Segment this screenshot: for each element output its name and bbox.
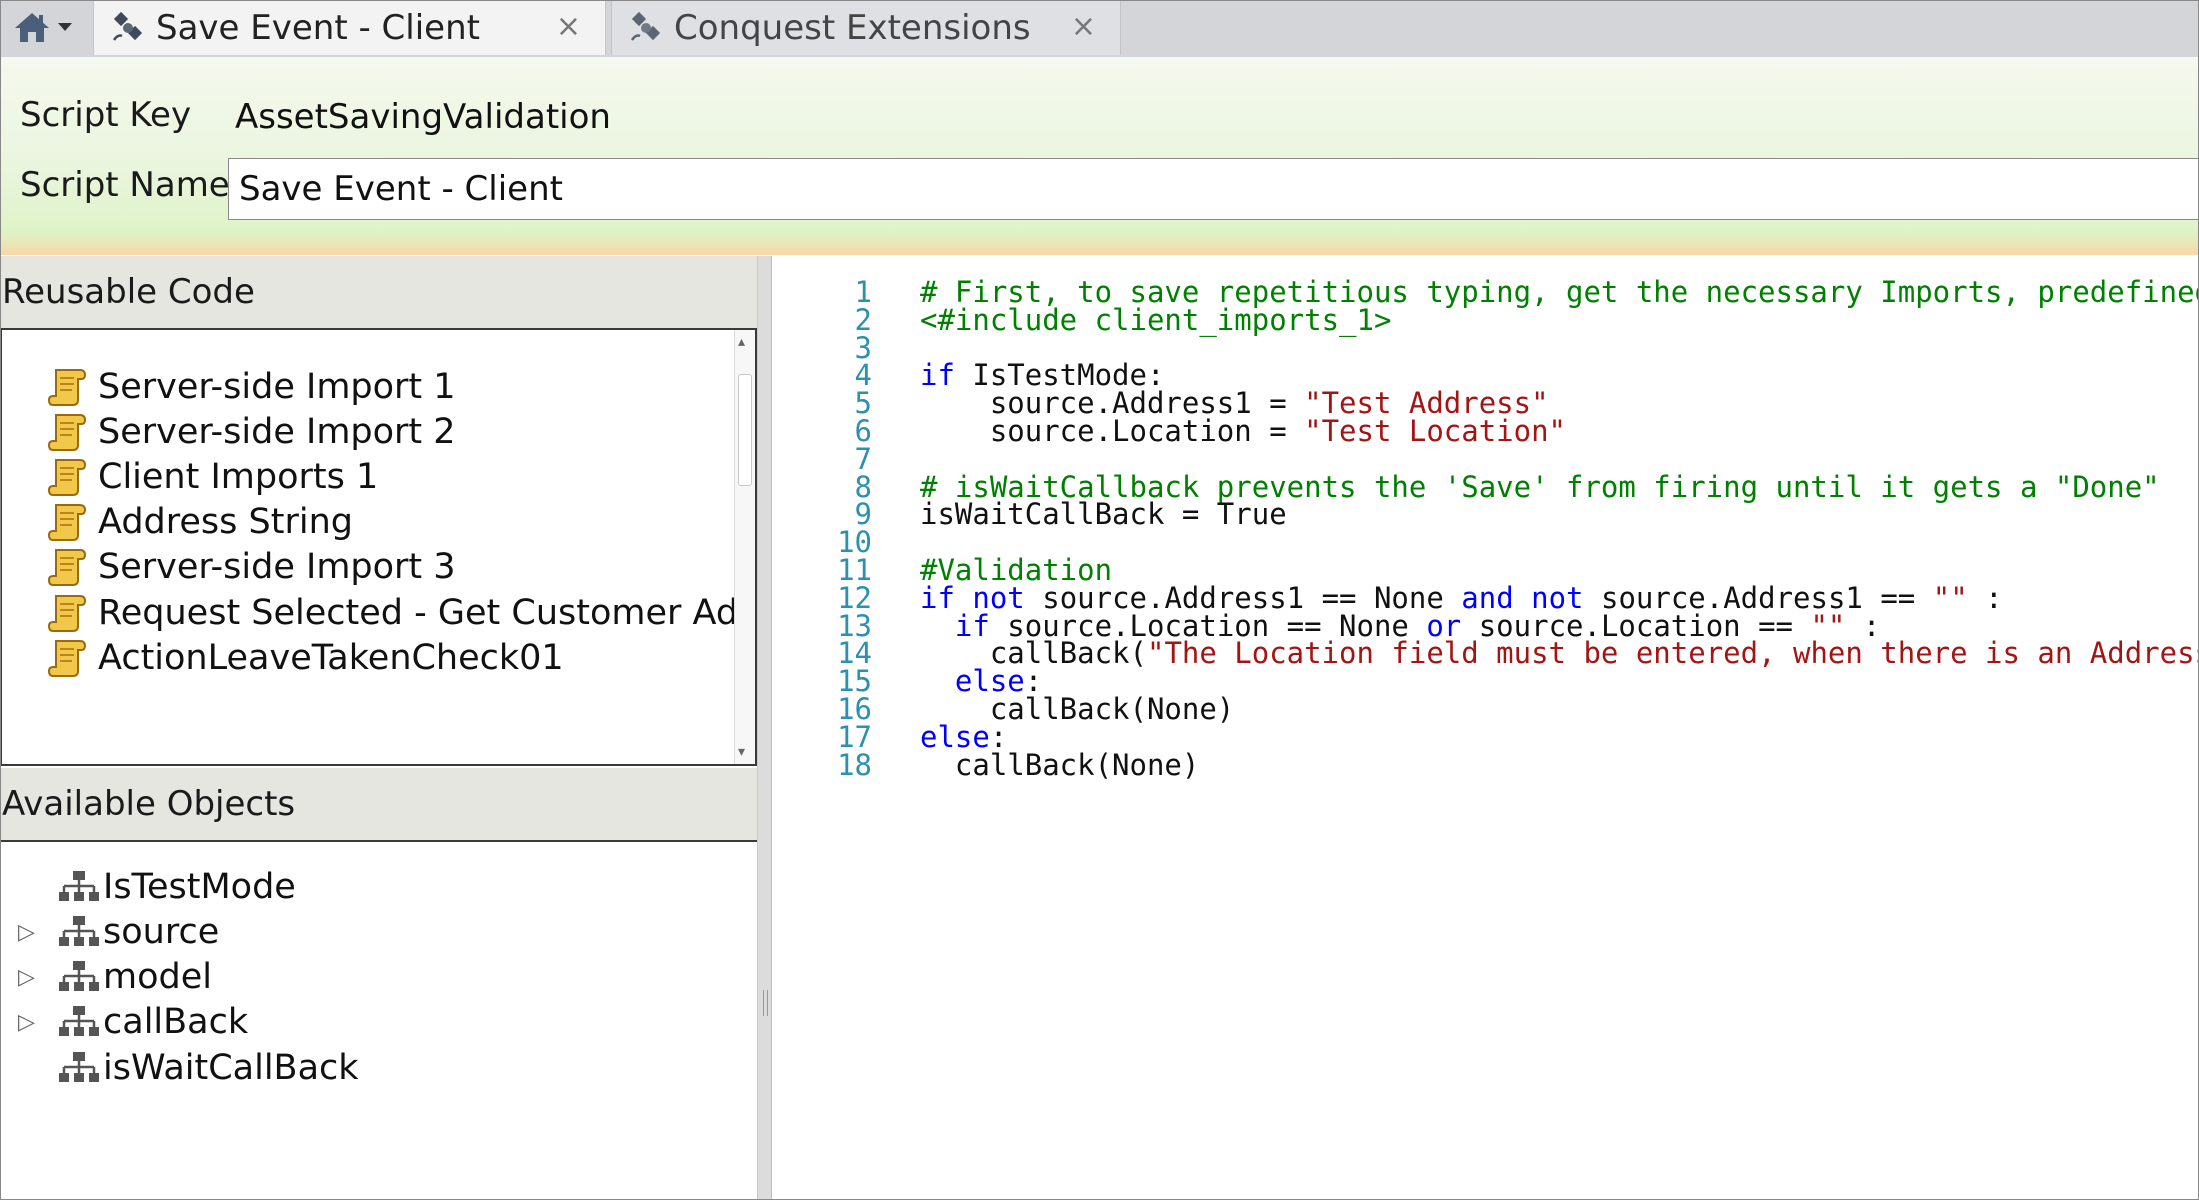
expand-arrow-icon[interactable]: ▷: [18, 1010, 35, 1035]
tab-save-event-client[interactable]: Save Event - Client ×: [93, 0, 606, 55]
hierarchy-icon: [59, 1006, 99, 1036]
script-scroll-icon: [48, 414, 87, 451]
code-text: callBack(None): [920, 746, 1199, 785]
line-number: 18: [837, 747, 872, 782]
list-item-label: Address String: [98, 502, 353, 542]
reusable-code-scrollbar[interactable]: ▴ ▾: [734, 330, 755, 764]
list-item[interactable]: ActionLeaveTakenCheck01: [48, 633, 564, 683]
script-key-value: AssetSavingValidation: [235, 97, 611, 137]
tree-item-source[interactable]: ▷ source: [0, 907, 757, 957]
home-icon: [15, 13, 49, 42]
tree-item-model[interactable]: ▷ model: [0, 952, 757, 1002]
panel-splitter[interactable]: [757, 256, 772, 1200]
script-scroll-icon: [48, 459, 87, 496]
tab-bar: Save Event - Client × Conquest Extension…: [0, 0, 2199, 58]
hierarchy-icon: [59, 1052, 99, 1082]
left-panel: Reusable Code Server-side Import 1 Serve…: [0, 256, 757, 1200]
satellite-icon: [630, 11, 661, 41]
list-item-label: Server-side Import 1: [98, 367, 456, 407]
list-item[interactable]: Server-side Import 2: [48, 407, 456, 457]
tree-item-label: callBack: [103, 1002, 249, 1042]
list-item-label: Server-side Import 2: [98, 412, 456, 452]
code-line[interactable]: 18 callBack(None): [772, 746, 2199, 785]
tree-item-label: source: [103, 912, 220, 952]
script-key-label: Script Key: [20, 95, 192, 135]
list-item[interactable]: Address String: [48, 497, 353, 547]
script-scroll-icon: [48, 504, 87, 541]
list-item[interactable]: Request Selected - Get Customer Address: [48, 588, 757, 638]
script-name-input[interactable]: [228, 158, 2199, 220]
tree-item-label: isWaitCallBack: [103, 1048, 359, 1088]
tree-item-callback[interactable]: ▷ callBack: [0, 997, 757, 1047]
tree-item-iswaitcallback[interactable]: isWaitCallBack: [0, 1043, 757, 1093]
list-item-label: Client Imports 1: [98, 457, 379, 497]
script-scroll-icon: [48, 595, 87, 632]
code-token: callBack(None): [920, 747, 1200, 782]
list-item-label: Server-side Import 3: [98, 547, 456, 587]
tree-item-label: IsTestMode: [103, 867, 296, 907]
splitter-grip-icon[interactable]: [763, 990, 768, 1016]
tab-label: Conquest Extensions: [674, 8, 1031, 48]
tab-conquest-extensions[interactable]: Conquest Extensions ×: [611, 0, 1121, 55]
reusable-code-list[interactable]: Server-side Import 1 Server-side Import …: [0, 328, 757, 766]
scrollbar-thumb[interactable]: [738, 374, 752, 486]
scroll-down-icon[interactable]: ▾: [738, 744, 745, 760]
expand-arrow-icon[interactable]: ▷: [18, 965, 35, 990]
tree-item-label: model: [103, 957, 212, 997]
hierarchy-icon: [59, 961, 99, 991]
satellite-icon: [112, 11, 143, 41]
script-scroll-icon: [48, 369, 87, 406]
chevron-down-icon: [58, 23, 72, 31]
scroll-up-icon[interactable]: ▴: [738, 334, 745, 350]
script-scroll-icon: [48, 640, 87, 677]
list-item[interactable]: Client Imports 1: [48, 452, 378, 502]
list-item[interactable]: Server-side Import 1: [48, 362, 456, 412]
list-item[interactable]: Server-side Import 3: [48, 542, 456, 592]
reusable-code-header: Reusable Code: [0, 256, 757, 328]
script-name-label: Script Name: [20, 165, 230, 205]
hierarchy-icon: [59, 916, 99, 946]
script-scroll-icon: [48, 549, 87, 586]
home-menu-button[interactable]: [0, 0, 86, 54]
expand-arrow-icon[interactable]: ▷: [18, 920, 35, 945]
tree-item-istestmode[interactable]: IsTestMode: [0, 862, 757, 912]
code-editor[interactable]: 1 # First, to save repetitious typing, ge…: [772, 256, 2199, 1200]
close-icon[interactable]: ×: [556, 9, 581, 44]
available-objects-tree[interactable]: IsTestMode ▷ source ▷ model ▷ callBack i…: [0, 840, 757, 1200]
list-item-label: ActionLeaveTakenCheck01: [98, 638, 564, 678]
available-objects-header: Available Objects: [0, 768, 757, 840]
close-icon[interactable]: ×: [1071, 9, 1096, 44]
hierarchy-icon: [59, 871, 99, 901]
tab-label: Save Event - Client: [156, 8, 480, 48]
list-item-label: Request Selected - Get Customer Address: [98, 593, 757, 633]
script-header: Script Key AssetSavingValidation Script …: [0, 57, 2199, 255]
